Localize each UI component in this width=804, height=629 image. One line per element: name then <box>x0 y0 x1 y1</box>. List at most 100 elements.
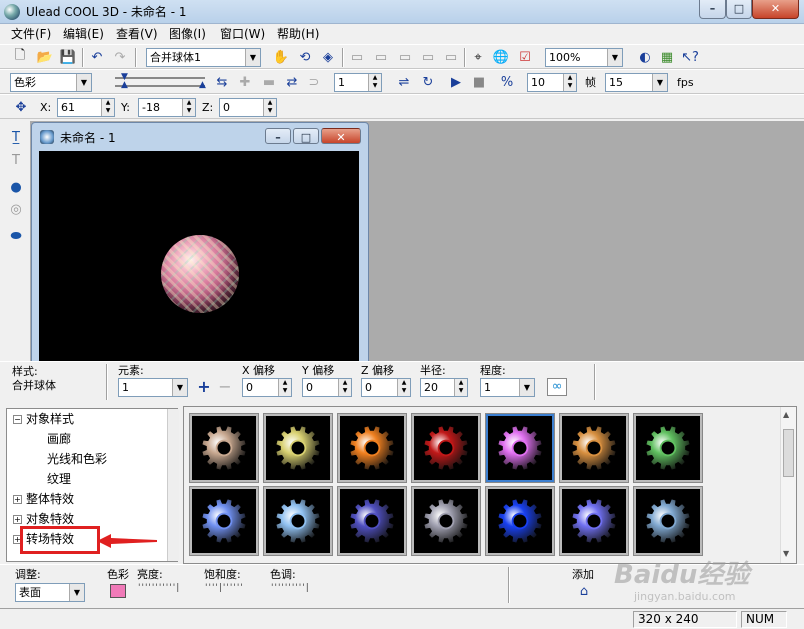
add-keyframe-icon[interactable]: ✚ <box>235 72 255 92</box>
remove-keyframe-icon[interactable]: ▬ <box>259 72 279 92</box>
gallery-thumbnail[interactable] <box>559 486 629 556</box>
zoom-select[interactable]: 100% ▼ <box>545 48 623 67</box>
edit-geometry-icon[interactable]: ◎ <box>6 199 26 219</box>
gallery-thumbnail[interactable] <box>189 486 259 556</box>
radius-input[interactable]: 20 ▲ ▼ <box>420 378 468 397</box>
color-swatch[interactable] <box>110 584 126 598</box>
doc-minimize-button[interactable]: – <box>265 128 291 144</box>
box-tool-icon[interactable]: ▭ <box>347 47 367 67</box>
tree-scrollbar[interactable] <box>167 409 179 561</box>
expand-icon[interactable]: + <box>13 515 22 524</box>
cone-tool-icon[interactable]: ▭ <box>395 47 415 67</box>
torus-tool-icon[interactable]: ▭ <box>441 47 461 67</box>
attribute-select[interactable]: 色彩 ▼ <box>10 73 92 92</box>
edit-text-icon[interactable]: T <box>6 150 26 170</box>
gallery-thumbnail[interactable] <box>411 486 481 556</box>
collapse-icon[interactable]: − <box>13 415 22 424</box>
gallery-thumbnail[interactable] <box>411 413 481 483</box>
gallery-thumbnail[interactable] <box>337 413 407 483</box>
render-canvas[interactable] <box>39 151 359 363</box>
z-offset-input[interactable]: 0 ▲ ▼ <box>361 378 411 397</box>
gear-icon <box>349 498 395 544</box>
tree-node-global-effects[interactable]: + 整体特效 <box>13 489 74 509</box>
camera-icon[interactable]: ⌖ <box>468 47 488 67</box>
sphere-object[interactable] <box>161 235 239 313</box>
insert-text-icon[interactable]: T̲ <box>6 127 26 147</box>
play-icon[interactable]: ▶ <box>446 72 466 92</box>
add-to-gallery-icon[interactable]: ⌂ <box>575 583 593 601</box>
adjust-select[interactable]: 表面 ▼ <box>15 583 85 602</box>
x-position-input[interactable]: 61 ▲ ▼ <box>57 98 115 117</box>
degree-select[interactable]: 1 ▼ <box>480 378 535 397</box>
gallery-thumbnail[interactable] <box>485 486 555 556</box>
fps-input[interactable]: 10 ▲ ▼ <box>527 73 577 92</box>
tree-item-texture[interactable]: 纹理 <box>47 469 71 489</box>
tree-item-light-color[interactable]: 光线和色彩 <box>47 449 107 469</box>
preview-icon[interactable]: ▦ <box>657 47 677 67</box>
gallery-thumbnail[interactable] <box>189 413 259 483</box>
gallery-thumbnail[interactable] <box>337 486 407 556</box>
undo-icon[interactable]: ↶ <box>87 47 107 67</box>
tree-item-gallery[interactable]: 画廊 <box>47 429 71 449</box>
gallery-thumbnail[interactable] <box>633 413 703 483</box>
render-icon[interactable]: ◐ <box>635 47 655 67</box>
cylinder-tool-icon[interactable]: ▭ <box>371 47 391 67</box>
frames-select[interactable]: 15 ▼ <box>605 73 668 92</box>
rotate-tool-icon[interactable]: ⟲ <box>295 47 315 67</box>
y-position-input[interactable]: -18 ▲ ▼ <box>138 98 196 117</box>
object-select[interactable]: 合并球体1 ▼ <box>146 48 261 67</box>
refresh-icon[interactable]: ↻ <box>418 72 438 92</box>
scroll-thumb[interactable] <box>783 429 794 477</box>
brightness-slider[interactable]: '''''''''''| <box>138 583 180 599</box>
doc-maximize-button[interactable]: □ <box>293 128 319 144</box>
move-object-icon[interactable]: ✥ <box>11 97 31 117</box>
insert-geometry-icon[interactable]: ● <box>6 177 26 197</box>
timeline-slider[interactable]: ▼ ▲ ▲ <box>105 72 210 92</box>
sphere-tool-icon[interactable]: ▭ <box>418 47 438 67</box>
save-icon[interactable]: 💾 <box>58 47 78 67</box>
link-icon[interactable]: ∞ <box>547 378 567 396</box>
hand-tool-icon[interactable]: ✋ <box>271 47 291 67</box>
doc-close-button[interactable]: ✕ <box>321 128 361 144</box>
menu-image[interactable]: 图像(I) <box>166 26 209 42</box>
add-element-icon[interactable]: + <box>195 378 213 396</box>
new-file-icon[interactable]: 🗋 <box>10 47 30 67</box>
menu-edit[interactable]: 编辑(E) <box>60 26 107 42</box>
gallery-thumbnail[interactable] <box>263 413 333 483</box>
redo-icon[interactable]: ↷ <box>110 47 130 67</box>
x-offset-input[interactable]: 0 ▲ ▼ <box>242 378 292 397</box>
menu-view[interactable]: 查看(V) <box>113 26 161 42</box>
hue-slider[interactable]: ''''''''''| <box>271 583 310 599</box>
maximize-button[interactable]: □ <box>726 0 752 19</box>
gallery-thumbnail[interactable] <box>263 486 333 556</box>
expand-icon[interactable]: + <box>13 495 22 504</box>
gallery-scrollbar[interactable]: ▲ ▼ <box>780 407 796 563</box>
menu-window[interactable]: 窗口(W) <box>217 26 268 42</box>
saturation-slider[interactable]: ''''|'''''' <box>205 583 244 599</box>
gallery-thumbnail[interactable] <box>485 413 555 483</box>
remove-element-icon[interactable]: − <box>216 378 234 396</box>
y-offset-input[interactable]: 0 ▲ ▼ <box>302 378 352 397</box>
minimize-button[interactable]: – <box>699 0 726 19</box>
merge-objects-icon[interactable]: ⬬ <box>6 226 26 246</box>
stop-icon[interactable]: ■ <box>469 72 489 92</box>
gallery-thumbnail[interactable] <box>633 486 703 556</box>
z-position-input[interactable]: 0 ▲ ▼ <box>219 98 277 117</box>
chart-icon[interactable]: ☑ <box>515 47 535 67</box>
menu-help[interactable]: 帮助(H) <box>274 26 322 42</box>
select-tool-icon[interactable]: ◈ <box>318 47 338 67</box>
help-pointer-icon[interactable]: ↖? <box>680 47 700 67</box>
globe-icon[interactable]: 🌐 <box>491 47 511 67</box>
reverse-icon[interactable]: ⇄ <box>282 72 302 92</box>
close-button[interactable]: ✕ <box>752 0 799 19</box>
move-key-icon[interactable]: ⇆ <box>212 72 232 92</box>
open-folder-icon[interactable]: 📂 <box>35 47 55 67</box>
menu-file[interactable]: 文件(F) <box>8 26 54 42</box>
loop-icon[interactable]: ⊃ <box>304 72 324 92</box>
smooth-icon[interactable]: % <box>497 72 517 92</box>
element-select[interactable]: 1 ▼ <box>118 378 188 397</box>
gallery-thumbnail[interactable] <box>559 413 629 483</box>
loop-toggle-icon[interactable]: ⇌ <box>394 72 414 92</box>
frame-input[interactable]: 1 ▲ ▼ <box>334 73 382 92</box>
tree-node-object-style[interactable]: − 对象样式 <box>13 409 74 429</box>
